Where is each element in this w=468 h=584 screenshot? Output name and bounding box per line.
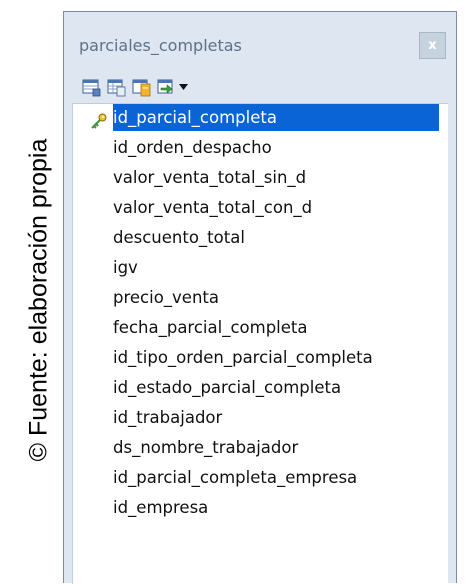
close-button[interactable]: x	[419, 32, 446, 59]
field-label: igv	[113, 258, 138, 277]
close-icon: x	[428, 38, 437, 53]
field-label: id_parcial_completa	[113, 104, 439, 131]
window-title: parciales_completas	[79, 36, 242, 55]
field-label: ds_nombre_trabajador	[113, 438, 299, 457]
table-grid-icon[interactable]	[107, 78, 126, 97]
field-label: precio_venta	[113, 288, 220, 307]
caption-text: © Fuente: elaboración propia	[24, 138, 53, 462]
field-label: id_tipo_orden_parcial_completa	[113, 348, 373, 367]
window-titlebar[interactable]: parciales_completas x	[64, 12, 456, 68]
field-label: id_estado_parcial_completa	[113, 378, 342, 397]
table-window: parciales_completas x id_parcial_complet…	[63, 11, 457, 584]
field-label: fecha_parcial_completa	[113, 318, 308, 337]
primary-key-icon	[90, 110, 108, 129]
table-view-icon[interactable]	[82, 78, 101, 97]
field-label: id_parcial_completa_empresa	[113, 468, 358, 487]
field-label: valor_venta_total_sin_d	[113, 168, 307, 187]
table-export-icon	[157, 79, 173, 94]
export-dropdown[interactable]	[157, 78, 191, 97]
field-list[interactable]: id_parcial_completa id_orden_despacho va…	[72, 103, 448, 584]
toolbar	[82, 75, 191, 99]
field-label: valor_venta_total_con_d	[113, 198, 313, 217]
field-label: id_orden_despacho	[113, 138, 272, 157]
field-label: id_empresa	[113, 498, 209, 517]
field-label: descuento_total	[113, 228, 245, 247]
chevron-down-icon	[179, 84, 188, 90]
table-color-icon[interactable]	[132, 78, 151, 97]
figure-caption: © Fuente: elaboración propia	[0, 0, 60, 583]
field-label: id_trabajador	[113, 408, 223, 427]
